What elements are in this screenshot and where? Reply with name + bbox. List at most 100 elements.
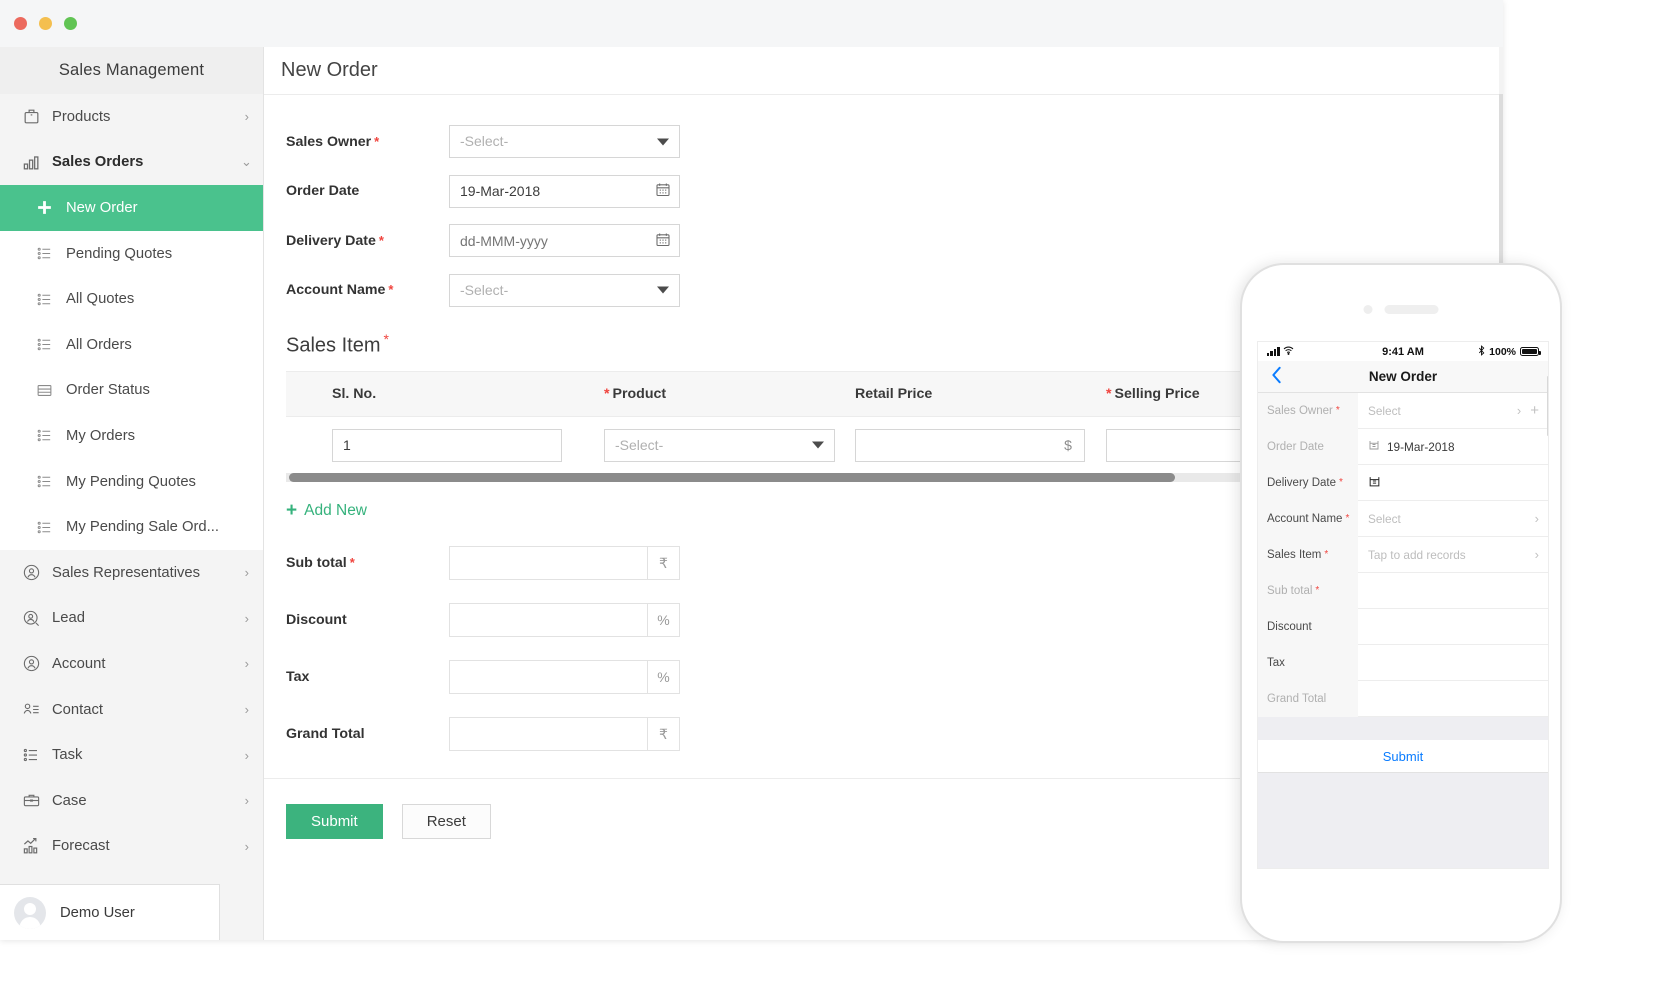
delivery-date-field[interactable] [449, 224, 680, 257]
phone-field-value: Tap to add records › [1358, 537, 1548, 573]
currency-unit: ₹ [647, 717, 680, 751]
chevron-right-icon: › [241, 565, 263, 580]
phone-scrollbar[interactable] [1547, 376, 1549, 436]
sidebar-item-products[interactable]: Products › [0, 94, 263, 140]
user-bar[interactable]: Demo User [0, 884, 220, 940]
phone-field-value: Select › + [1358, 393, 1548, 429]
phone-field-value [1358, 609, 1548, 645]
retail-price-field[interactable]: $ [855, 429, 1094, 462]
phone-section-gap [1258, 717, 1548, 740]
chevron-right-icon: › [241, 656, 263, 671]
sidebar-item-my-pending-quotes[interactable]: My Pending Quotes [0, 459, 263, 505]
required-marker: * [388, 282, 393, 297]
calendar-icon [1368, 439, 1380, 454]
plus-icon: + [286, 501, 297, 520]
sidebar-item-label: Case [52, 793, 241, 809]
tax-field[interactable]: % [449, 660, 680, 694]
sidebar-item-all-quotes[interactable]: All Quotes [0, 276, 263, 322]
sidebar-item-sales-representatives[interactable]: Sales Representatives › [0, 550, 263, 596]
field-row-order-date: Order Date [264, 175, 1503, 208]
sidebar-item-task[interactable]: Task › [0, 732, 263, 778]
sidebar-item-label: Sales Representatives [52, 565, 241, 581]
phone-row-discount[interactable]: Discount [1258, 609, 1548, 645]
phone-row-delivery-date[interactable]: Delivery Date* [1258, 465, 1548, 501]
sales-owner-select[interactable]: -Select- [449, 125, 680, 158]
currency-unit: $ [1052, 429, 1085, 462]
phone-row-grand-total[interactable]: Grand Total [1258, 681, 1548, 717]
phone-submit-button[interactable]: Submit [1258, 740, 1548, 773]
chevron-right-icon[interactable]: › [1535, 547, 1539, 562]
delivery-date-input[interactable] [449, 224, 680, 257]
product-select[interactable]: -Select- [604, 429, 835, 462]
sidebar-item-new-order[interactable]: New Order [0, 185, 263, 231]
plus-icon[interactable]: + [1530, 402, 1539, 419]
close-window-button[interactable] [14, 17, 27, 30]
chevron-down-icon [657, 138, 669, 145]
phone-row-account-name[interactable]: Account Name* Select › [1258, 501, 1548, 537]
wifi-icon [1283, 346, 1294, 358]
column-header-product: *Product [586, 386, 843, 402]
chevron-down-icon [812, 442, 824, 449]
minimize-window-button[interactable] [39, 17, 52, 30]
sidebar-item-label: My Pending Quotes [66, 474, 263, 490]
account-name-select[interactable]: -Select- [449, 274, 680, 307]
currency-unit: ₹ [647, 546, 680, 580]
grand-total-field[interactable]: ₹ [449, 717, 680, 751]
avatar [14, 897, 46, 929]
chevron-right-icon[interactable]: › [1517, 403, 1521, 418]
chevron-right-icon[interactable]: › [1535, 511, 1539, 526]
chevron-right-icon: › [241, 839, 263, 854]
phone-row-sub-total[interactable]: Sub total* [1258, 573, 1548, 609]
discount-field[interactable]: % [449, 603, 680, 637]
sidebar-item-lead[interactable]: Lead › [0, 596, 263, 642]
sidebar-item-account[interactable]: Account › [0, 641, 263, 687]
product-value: -Select- [604, 429, 835, 462]
phone-field-label: Sub total* [1258, 573, 1358, 609]
sidebar-item-label: My Orders [66, 428, 263, 444]
sidebar-item-sales-orders[interactable]: Sales Orders ⌄ [0, 140, 263, 186]
phone-field-label: Account Name* [1258, 501, 1358, 537]
phone-speaker [1364, 305, 1439, 314]
maximize-window-button[interactable] [64, 17, 77, 30]
sl-no-input[interactable] [332, 429, 562, 462]
phone-row-sales-item[interactable]: Sales Item* Tap to add records › [1258, 537, 1548, 573]
sidebar-item-pending-quotes[interactable]: Pending Quotes [0, 231, 263, 277]
sidebar-item-label: Account [52, 656, 241, 672]
calendar-icon[interactable] [655, 231, 671, 250]
discount-input[interactable] [449, 603, 647, 637]
sidebar-item-all-orders[interactable]: All Orders [0, 322, 263, 368]
sidebar-item-my-orders[interactable]: My Orders [0, 413, 263, 459]
submit-button[interactable]: Submit [286, 804, 383, 839]
sidebar-item-label: New Order [66, 200, 263, 216]
grand-total-input[interactable] [449, 717, 647, 751]
sidebar-item-label: All Orders [66, 337, 263, 353]
field-label: Grand Total [286, 726, 449, 742]
phone-row-sales-owner[interactable]: Sales Owner* Select › + [1258, 393, 1548, 429]
chevron-left-icon[interactable] [1271, 366, 1282, 388]
order-date-field[interactable] [449, 175, 680, 208]
list-icon [22, 746, 52, 764]
phone-field-label: Order Date [1258, 429, 1358, 465]
reset-button[interactable]: Reset [402, 804, 491, 839]
sidebar-item-order-status[interactable]: Order Status [0, 368, 263, 414]
field-label: Account Name* [286, 282, 449, 298]
sidebar-item-my-pending-sale-orders[interactable]: My Pending Sale Ord... [0, 504, 263, 550]
sidebar-item-contact[interactable]: Contact › [0, 687, 263, 733]
sub-total-field[interactable]: ₹ [449, 546, 680, 580]
phone-row-order-date[interactable]: Order Date 19-Mar-2018 [1258, 429, 1548, 465]
calendar-icon[interactable] [655, 182, 671, 201]
list-icon [36, 473, 66, 490]
phone-row-tax[interactable]: Tax [1258, 645, 1548, 681]
required-marker: * [1336, 405, 1340, 416]
sidebar-item-forecast[interactable]: Forecast › [0, 824, 263, 870]
forecast-icon [22, 837, 52, 856]
sidebar-item-label: All Quotes [66, 291, 263, 307]
scrollbar-thumb[interactable] [289, 473, 1175, 482]
sub-total-input[interactable] [449, 546, 647, 580]
sidebar-item-label: Products [52, 109, 241, 125]
tax-input[interactable] [449, 660, 647, 694]
calendar-icon[interactable] [1368, 475, 1381, 491]
retail-price-input[interactable] [855, 429, 1052, 462]
sidebar-item-case[interactable]: Case › [0, 778, 263, 824]
order-date-input[interactable] [449, 175, 680, 208]
